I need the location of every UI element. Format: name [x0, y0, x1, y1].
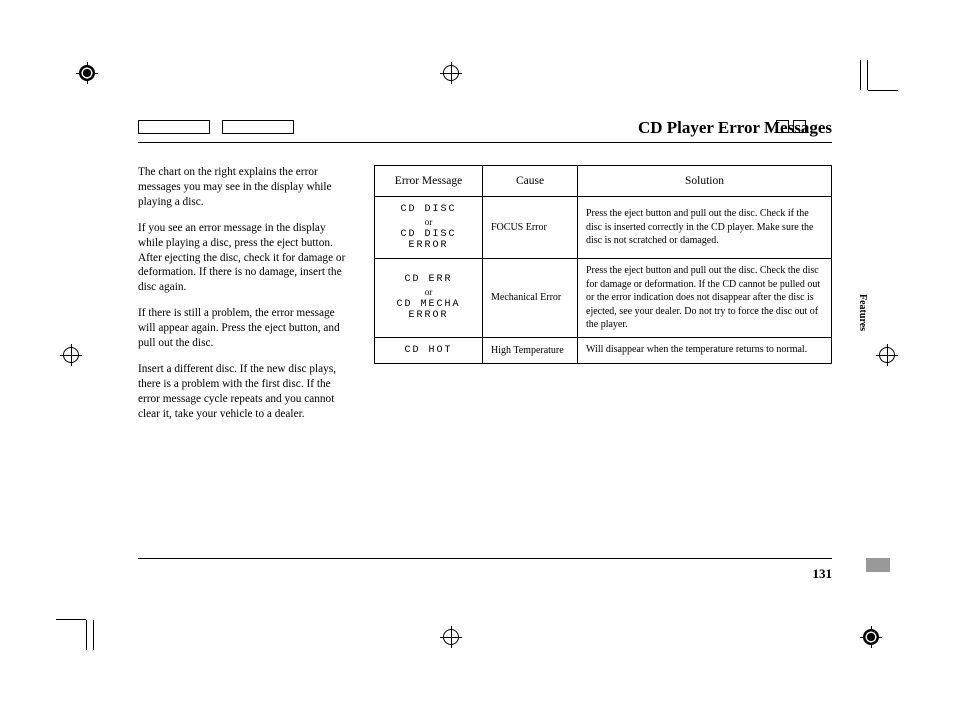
cause-cell: Mechanical Error: [483, 259, 578, 338]
cause-cell: FOCUS Error: [483, 197, 578, 259]
paragraph: Insert a different disc. If the new disc…: [138, 362, 348, 422]
footer-rule: [138, 558, 832, 559]
crosshair-icon: [60, 344, 82, 366]
error-table: Error Message Cause Solution CD DISC or …: [374, 165, 832, 364]
section-tab: Features: [857, 294, 868, 331]
error-message-cell: CD HOT: [375, 337, 483, 363]
table-header: Solution: [578, 166, 832, 197]
registration-mark-icon: [76, 62, 98, 84]
crosshair-icon: [440, 62, 462, 84]
table-row: CD ERR or CD MECHA ERROR Mechanical Erro…: [375, 259, 832, 338]
error-table-container: Error Message Cause Solution CD DISC or …: [374, 165, 832, 433]
paragraph: If you see an error message in the displ…: [138, 221, 348, 296]
table-row: CD HOT High Temperature Will disappear w…: [375, 337, 832, 363]
table-header: Cause: [483, 166, 578, 197]
registration-mark-icon: [860, 626, 882, 648]
paragraph: If there is still a problem, the error m…: [138, 306, 348, 351]
error-message-cell: CD DISC or CD DISC ERROR: [375, 197, 483, 259]
body-text-column: The chart on the right explains the erro…: [138, 165, 348, 433]
cause-cell: High Temperature: [483, 337, 578, 363]
solution-cell: Press the eject button and pull out the …: [578, 197, 832, 259]
solution-cell: Press the eject button and pull out the …: [578, 259, 832, 338]
crosshair-icon: [440, 626, 462, 648]
page-content: CD Player Error Messages The chart on th…: [138, 118, 832, 433]
solution-cell: Will disappear when the temperature retu…: [578, 337, 832, 363]
paragraph: The chart on the right explains the erro…: [138, 165, 348, 210]
thumb-index-icon: [866, 558, 890, 572]
page-title: CD Player Error Messages: [138, 118, 832, 143]
page-number: 131: [813, 566, 833, 582]
table-row: CD DISC or CD DISC ERROR FOCUS Error Pre…: [375, 197, 832, 259]
error-message-cell: CD ERR or CD MECHA ERROR: [375, 259, 483, 338]
crosshair-icon: [876, 344, 898, 366]
table-header: Error Message: [375, 166, 483, 197]
